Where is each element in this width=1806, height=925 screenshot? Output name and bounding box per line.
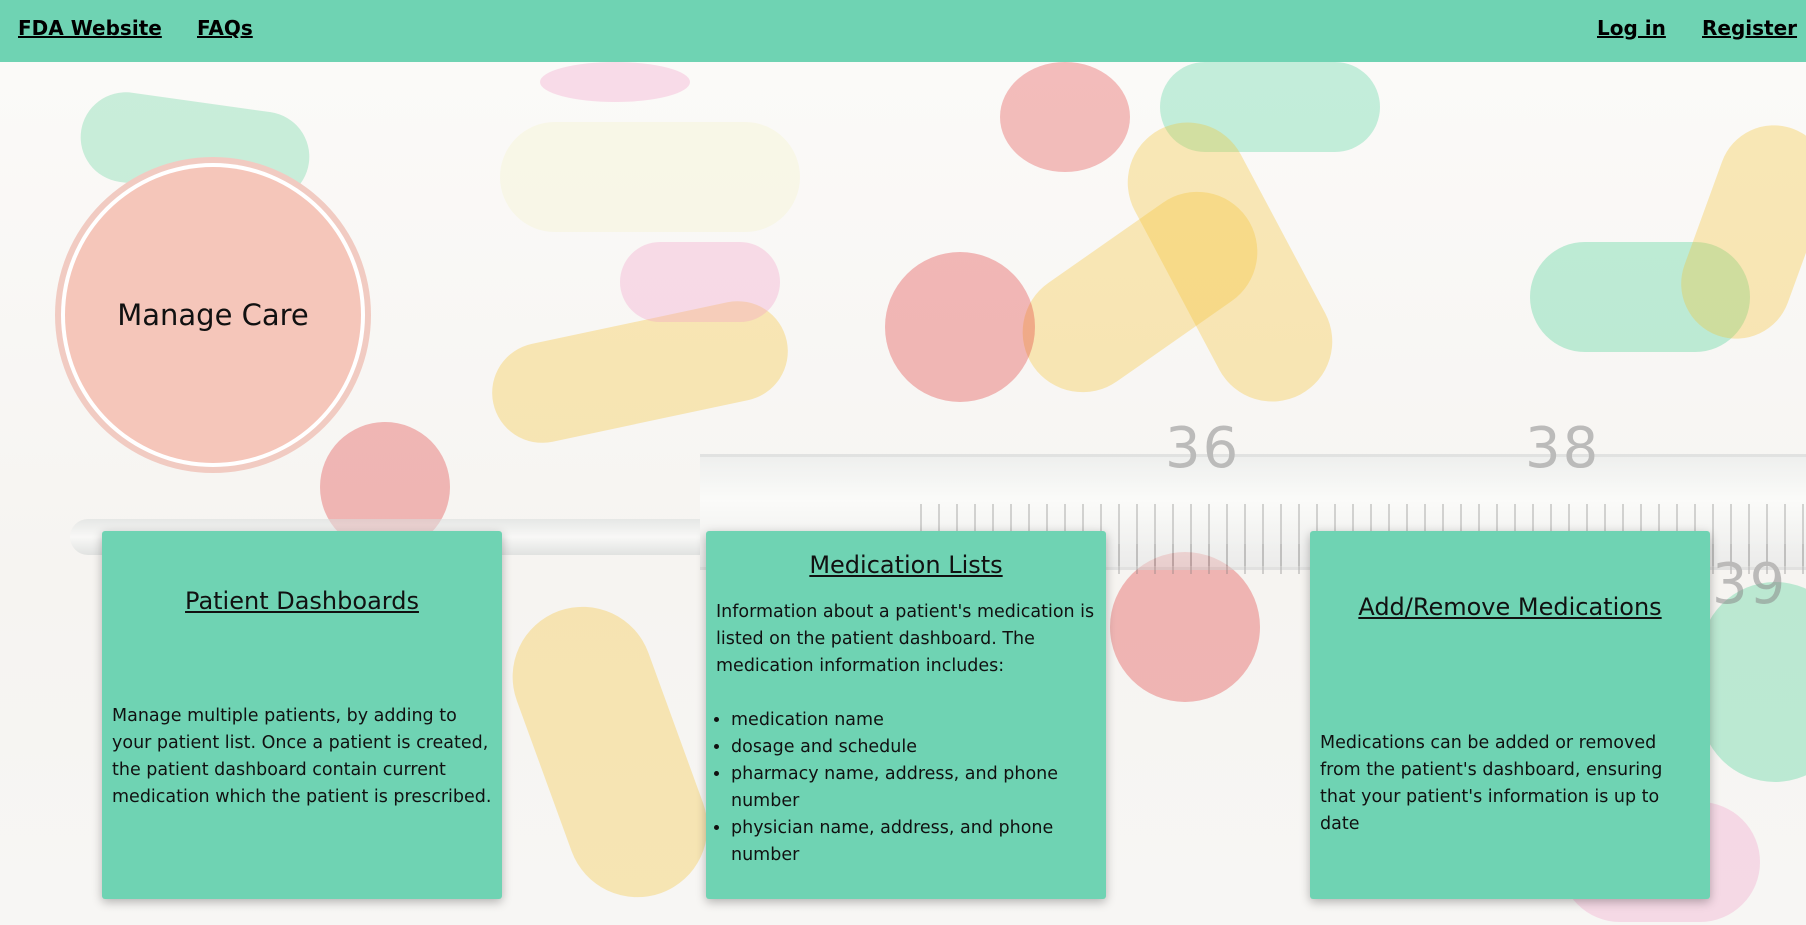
medication-info-list: medication name dosage and schedule phar… (716, 707, 1096, 869)
medication-lists-link[interactable]: Medication Lists (716, 551, 1096, 579)
pill-shape (540, 62, 690, 102)
patient-dashboards-link[interactable]: Patient Dashboards (112, 587, 492, 615)
list-item: medication name (731, 707, 1096, 734)
fda-website-link[interactable]: FDA Website (18, 16, 162, 40)
add-remove-medications-link[interactable]: Add/Remove Medications (1320, 593, 1700, 621)
card-add-remove-medications: Add/Remove Medications Medications can b… (1310, 531, 1710, 899)
list-item: physician name, address, and phone numbe… (731, 815, 1096, 869)
add-remove-medications-text: Medications can be added or removed from… (1320, 733, 1663, 834)
thermometer-label: 38 (1525, 416, 1601, 481)
medication-lists-intro: Information about a patient's medication… (716, 602, 1095, 676)
manage-care-circle-fill: Manage Care (65, 167, 361, 463)
thermometer-label: 39 (1712, 552, 1788, 617)
pill-shape (1000, 62, 1130, 172)
card-medication-lists: Medication Lists Information about a pat… (706, 531, 1106, 899)
top-nav-bar: FDA Website FAQs Log in Register (0, 0, 1806, 62)
pill-shape (500, 122, 800, 232)
manage-care-circle: Manage Care (55, 157, 371, 473)
log-in-link[interactable]: Log in (1597, 16, 1666, 40)
pill-shape (620, 242, 780, 322)
pill-shape (1110, 552, 1260, 702)
register-link[interactable]: Register (1702, 16, 1797, 40)
manage-care-circle-border: Manage Care (61, 163, 365, 467)
patient-dashboards-text: Manage multiple patients, by adding to y… (112, 706, 492, 807)
faqs-link[interactable]: FAQs (197, 16, 253, 40)
card-patient-dashboards: Patient Dashboards Manage multiple patie… (102, 531, 502, 899)
list-item: dosage and schedule (731, 734, 1096, 761)
pill-shape (492, 587, 728, 917)
manage-care-title: Manage Care (117, 298, 309, 332)
thermometer-label: 36 (1165, 416, 1241, 481)
list-item: pharmacy name, address, and phone number (731, 761, 1096, 815)
